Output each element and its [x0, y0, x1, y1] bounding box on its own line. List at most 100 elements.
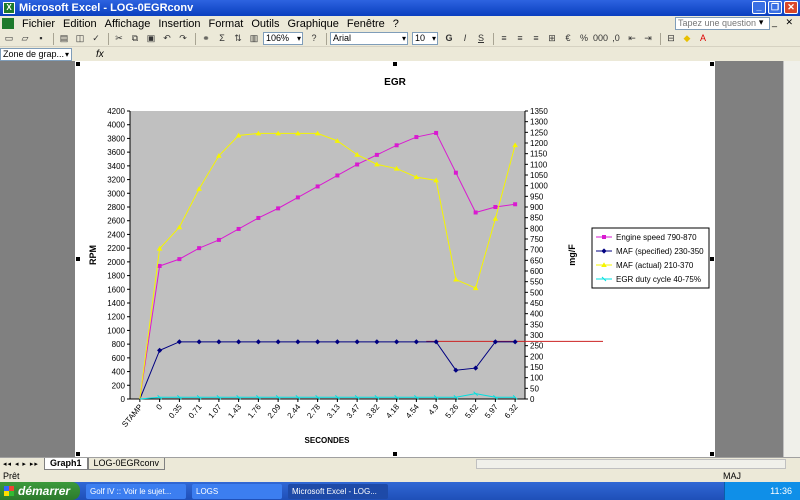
- print-icon[interactable]: ▤: [57, 32, 71, 45]
- data-point: [453, 170, 458, 175]
- currency-icon[interactable]: €: [561, 32, 575, 45]
- chart-sheet[interactable]: EGR 0 200 400 600 800 1000 1200 1400 1600 1800 200…: [75, 61, 715, 457]
- menu-format[interactable]: Format: [205, 18, 248, 30]
- data-point: [434, 130, 439, 135]
- menu-affichage[interactable]: Affichage: [101, 18, 155, 30]
- y2-tick-label: 1200: [530, 139, 548, 148]
- menu-fichier[interactable]: Fichier: [18, 18, 59, 30]
- x-tick-label: 2.78: [305, 402, 322, 420]
- clock: 11:36: [770, 486, 792, 496]
- selection-handle: [76, 62, 80, 66]
- secondary-y-axis: 0501001502002503003504004505005506006507…: [524, 107, 548, 404]
- y-tick-label: 4000: [107, 121, 125, 130]
- vertical-scrollbar[interactable]: [783, 61, 800, 457]
- y2-tick-label: 1050: [530, 171, 548, 180]
- standard-toolbar: ▭ ▱ ▪ ▤ ◫ ✓ ✂ ⧉ ▣ ↶ ↷ ⚭ Σ ⇅ ▥ 106% ? Ari…: [0, 31, 800, 47]
- task-logs-folder[interactable]: LOGS: [192, 483, 282, 499]
- menu-help[interactable]: ?: [389, 18, 403, 30]
- undo-icon[interactable]: ↶: [160, 32, 174, 45]
- close-button[interactable]: ✕: [784, 1, 798, 14]
- menu-fenetre[interactable]: Fenêtre: [343, 18, 389, 30]
- sort-icon[interactable]: ⇅: [231, 32, 245, 45]
- decimal-icon[interactable]: ,0: [609, 32, 623, 45]
- indent-icon[interactable]: ⇤: [625, 32, 639, 45]
- restore-button[interactable]: ❐: [768, 1, 782, 14]
- task-excel[interactable]: Microsoft Excel - LOG...: [288, 483, 388, 499]
- start-button[interactable]: démarrer: [0, 482, 80, 500]
- toolbar-separator: [195, 32, 196, 45]
- merge-icon[interactable]: ⊞: [545, 32, 559, 45]
- y-tick-label: 3600: [107, 148, 125, 157]
- data-point: [394, 143, 399, 148]
- excel-app-icon[interactable]: X: [3, 2, 15, 14]
- underline-icon[interactable]: S: [474, 32, 488, 45]
- primary-y-axis: 0 200 400 600 800 1000 1200 1400 1600 1800 2000 220…: [107, 107, 131, 404]
- save-icon[interactable]: ▪: [34, 32, 48, 45]
- task-browser[interactable]: Golf IV :: Voir le sujet...: [86, 483, 186, 499]
- copy-icon[interactable]: ⧉: [128, 32, 142, 45]
- horizontal-scrollbar[interactable]: [476, 459, 786, 469]
- y2-tick-label: 700: [530, 246, 544, 255]
- selection-handle: [393, 452, 397, 456]
- spell-icon[interactable]: ✓: [89, 32, 103, 45]
- doc-window-controls[interactable]: ▾ _ ✕: [759, 17, 796, 28]
- y-tick-label: 600: [112, 354, 126, 363]
- cut-icon[interactable]: ✂: [112, 32, 126, 45]
- menu-edition[interactable]: Edition: [59, 18, 101, 30]
- hyperlink-icon[interactable]: ⚭: [199, 32, 213, 45]
- menu-insertion[interactable]: Insertion: [154, 18, 204, 30]
- font-size-select[interactable]: 10: [412, 32, 438, 45]
- y2-tick-label: 250: [530, 342, 544, 351]
- data-point: [315, 184, 320, 189]
- tab-log-0egrconv[interactable]: LOG-0EGRconv: [87, 458, 166, 470]
- fx-icon[interactable]: fx: [96, 49, 104, 60]
- chart-icon[interactable]: ▥: [247, 32, 261, 45]
- redo-icon[interactable]: ↷: [176, 32, 190, 45]
- y2-tick-label: 450: [530, 299, 544, 308]
- menu-outils[interactable]: Outils: [247, 18, 283, 30]
- data-point: [493, 205, 498, 209]
- window-controls: _ ❐ ✕: [752, 1, 798, 14]
- paste-icon[interactable]: ▣: [144, 32, 158, 45]
- sum-icon[interactable]: Σ: [215, 32, 229, 45]
- menu-graphique[interactable]: Graphique: [284, 18, 343, 30]
- new-icon[interactable]: ▭: [2, 32, 16, 45]
- align-left-icon[interactable]: ≡: [497, 32, 511, 45]
- selection-handle: [76, 452, 80, 456]
- help-question-input[interactable]: Tapez une question: [675, 17, 770, 30]
- help-icon[interactable]: ?: [307, 32, 321, 45]
- fill-color-icon[interactable]: ◆: [680, 32, 694, 45]
- sheet-nav-arrows[interactable]: ◂◂ ◂ ▸ ▸▸: [0, 460, 44, 468]
- legend: Engine speed 790-870 MAF (specified) 230-…: [591, 227, 710, 289]
- tab-graph1[interactable]: Graph1: [44, 458, 88, 470]
- y2-tick-label: 1000: [530, 182, 548, 191]
- align-right-icon[interactable]: ≡: [529, 32, 543, 45]
- y-tick-label: 2200: [107, 244, 125, 253]
- font-color-icon[interactable]: A: [696, 32, 710, 45]
- y-tick-label: 1000: [107, 326, 125, 335]
- y2-tick-label: 600: [530, 267, 544, 276]
- taskbar: démarrer Golf IV :: Voir le sujet... LOG…: [0, 482, 800, 500]
- chart[interactable]: EGR 020040060080010001200140016001800200…: [75, 61, 715, 457]
- x-tick-label: 0.71: [187, 402, 204, 420]
- name-box[interactable]: Zone de grap...: [0, 47, 72, 61]
- open-icon[interactable]: ▱: [18, 32, 32, 45]
- x-tick-label: 1.43: [226, 402, 243, 420]
- y-tick-label: 4200: [107, 107, 125, 116]
- font-select[interactable]: Arial: [330, 32, 408, 45]
- outdent-icon[interactable]: ⇥: [641, 32, 655, 45]
- border-icon[interactable]: ⊟: [664, 32, 678, 45]
- y2-tick-label: 750: [530, 235, 544, 244]
- preview-icon[interactable]: ◫: [73, 32, 87, 45]
- align-center-icon[interactable]: ≡: [513, 32, 527, 45]
- italic-icon[interactable]: I: [458, 32, 472, 45]
- thousands-icon[interactable]: 000: [593, 32, 608, 45]
- data-point: [513, 202, 518, 207]
- zoom-select[interactable]: 106%: [263, 32, 303, 45]
- bold-icon[interactable]: G: [442, 32, 456, 45]
- toolbar-separator: [53, 32, 54, 45]
- percent-icon[interactable]: %: [577, 32, 591, 45]
- start-label: démarrer: [18, 484, 71, 498]
- minimize-button[interactable]: _: [752, 1, 766, 14]
- document-icon[interactable]: [2, 18, 14, 29]
